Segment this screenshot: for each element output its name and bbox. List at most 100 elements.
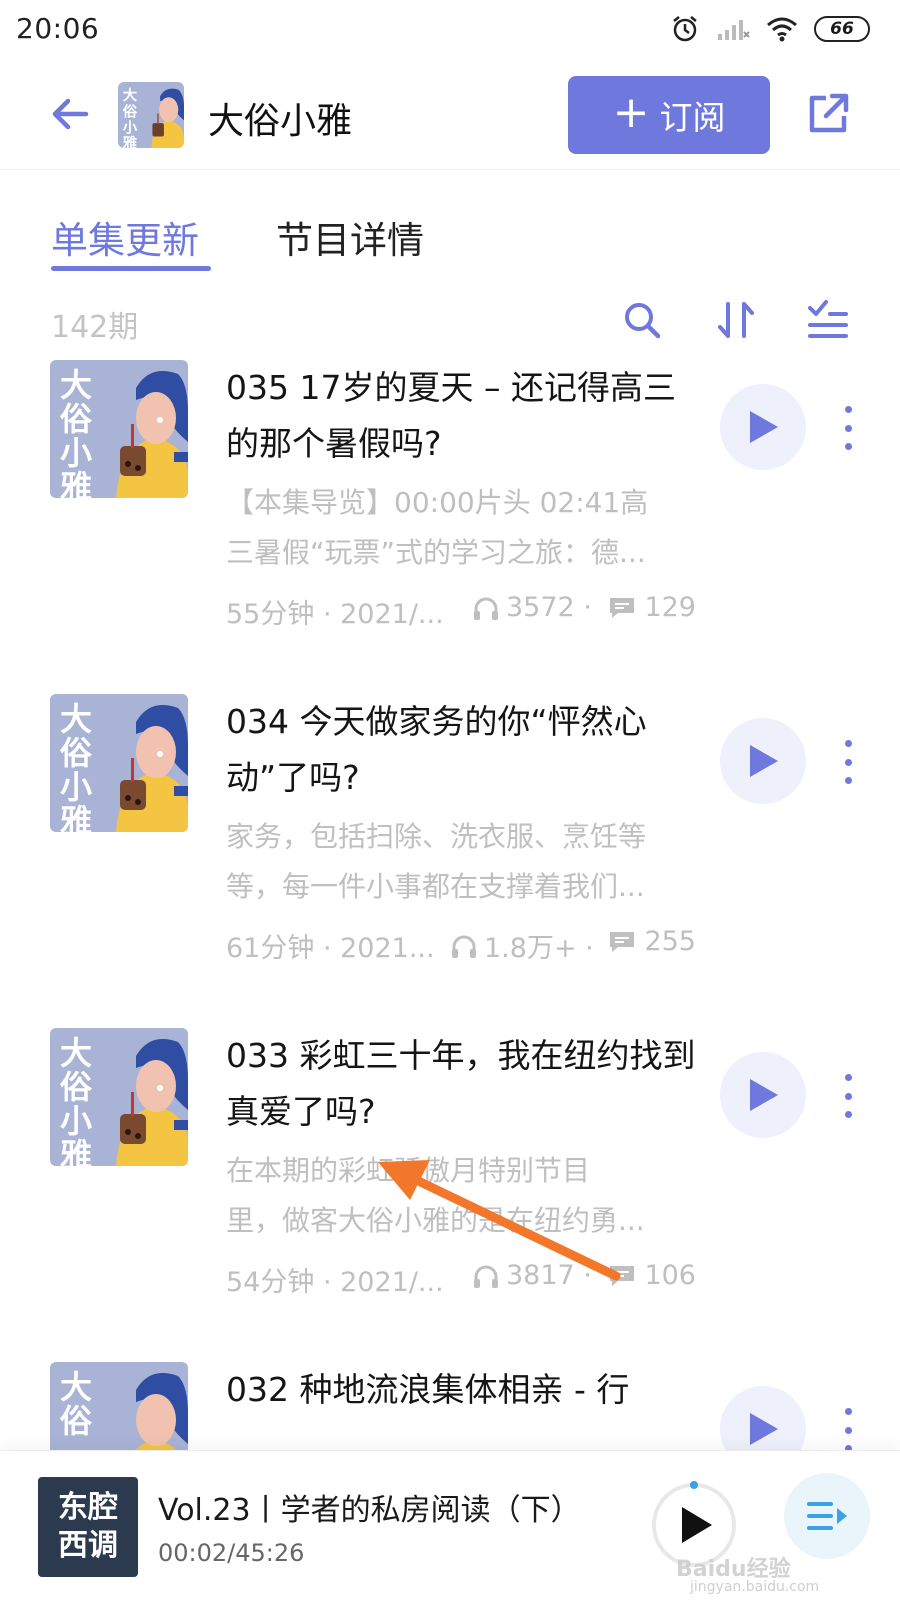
cover-char-2: 俗 <box>60 1402 93 1440</box>
episode-description: 【本集导览】00:00片头 02:41高 三暑假“玩票”式的学习之旅：德... <box>226 478 696 578</box>
episode-meta: 54分钟 · 2021/... 3817 · 106 <box>226 1256 696 1298</box>
episode-description: 在本期的彩虹骄傲月特别节目 里，做客大俗小雅的是在纽约勇... <box>226 1146 696 1246</box>
episode-title[interactable]: 033 彩虹三十年，我在纽约找到真爱了吗? <box>226 1028 696 1140</box>
cover-char-2: 俗 <box>60 734 93 772</box>
cover-char-2: 俗 <box>122 102 138 120</box>
episode-title[interactable]: 035 17岁的夏天 – 还记得高三的那个暑假吗? <box>226 360 696 472</box>
cover-char-1: 大 <box>60 366 92 404</box>
cover-art: 大 俗 小 雅 <box>118 82 184 148</box>
playlist-icon <box>807 1502 847 1530</box>
cover-char-3: 小 <box>60 768 92 806</box>
episode-cover: 大 俗 小 雅 <box>50 694 188 832</box>
page-title: 大俗小雅 <box>208 101 353 142</box>
episode-title[interactable]: 034 今天做家务的你“怦然心动”了吗? <box>226 694 696 806</box>
episode-desc-line: 三暑假“玩票”式的学习之旅：德... <box>226 536 646 569</box>
mini-player[interactable]: 东腔 西调 Vol.23丨学者的私房阅读（下） 00:02/45:26 Baid… <box>0 1450 900 1600</box>
cover-char-4: 雅 <box>123 134 137 148</box>
cover-char-4: 雅 <box>60 802 92 832</box>
play-icon <box>750 745 778 777</box>
cover-art: 大 俗 小 雅 <box>50 694 188 832</box>
episode-item[interactable]: 大 俗 小 雅 033 彩虹三十年，我在纽约找到真爱了吗? 在本期的彩虹骄傲月特… <box>0 1028 900 1358</box>
episode-plays: 3817 · <box>472 1260 592 1291</box>
cover-char-1: 大 <box>60 1368 92 1406</box>
episode-comments: 106 <box>608 1260 696 1291</box>
playback-time: 00:02/45:26 <box>158 1539 305 1567</box>
cover-line: 西调 <box>58 1528 118 1563</box>
episode-cover: 大 俗 小 雅 <box>50 1028 188 1166</box>
wifi-icon <box>767 17 797 42</box>
cover-char-1: 大 <box>60 700 92 738</box>
comment-count: 255 <box>644 926 696 957</box>
episode-cover: 大 俗 <box>50 1362 188 1450</box>
play-count: 3817 · <box>506 1260 592 1291</box>
comment-icon <box>610 597 635 618</box>
comment-icon <box>610 931 635 952</box>
tab-episodes[interactable]: 单集更新 <box>51 210 199 264</box>
episode-desc-line: 【本集导览】00:00片头 02:41高 <box>226 486 649 519</box>
cover-char-3: 小 <box>60 434 92 472</box>
cover-char-1: 大 <box>60 1034 92 1072</box>
episode-meta: 55分钟 · 2021/... 3572 · 129 <box>226 588 696 630</box>
more-options-button[interactable] <box>836 1408 860 1450</box>
back-arrow-icon[interactable] <box>46 90 94 138</box>
search-icon[interactable] <box>620 298 664 342</box>
cover-char-3: 小 <box>60 1102 92 1140</box>
episode-plays: 1.8万+ · <box>450 926 594 965</box>
episode-title[interactable]: 032 种地流浪集体相亲 - 行 <box>226 1362 696 1418</box>
plus-icon: + <box>612 87 650 138</box>
episode-item[interactable]: 大 俗 小 雅 034 今天做家务的你“怦然心动”了吗? 家务，包括扫除、洗衣服… <box>0 694 900 1024</box>
status-time: 20:06 <box>16 12 100 45</box>
comment-count: 129 <box>644 592 696 623</box>
playlist-button[interactable] <box>784 1473 870 1559</box>
episode-plays: 3572 · <box>472 592 592 623</box>
episode-toolbar: 142期 <box>0 290 900 350</box>
play-count: 3572 · <box>506 592 592 623</box>
play-button[interactable] <box>720 1052 806 1138</box>
play-button[interactable] <box>720 1386 806 1450</box>
multi-select-icon[interactable] <box>806 298 850 342</box>
headphones-icon <box>474 1265 498 1288</box>
episode-item[interactable]: 大 俗 032 种地流浪集体相亲 - 行 <box>0 1362 900 1450</box>
tab-bar: 单集更新 节目详情 <box>0 170 900 280</box>
episode-description: 家务，包括扫除、洗衣服、烹饪等 等，每一件小事都在支撑着我们... <box>226 812 696 912</box>
tab-program-details[interactable]: 节目详情 <box>276 210 424 264</box>
now-playing-title: Vol.23丨学者的私房阅读（下） <box>158 1493 581 1528</box>
subscribe-button[interactable]: + 订阅 <box>568 76 770 154</box>
episode-cover: 大 俗 小 雅 <box>50 360 188 498</box>
cover-line: 东腔 <box>58 1490 118 1525</box>
cover-art: 大 俗 <box>50 1362 188 1450</box>
play-button[interactable] <box>720 718 806 804</box>
more-options-button[interactable] <box>836 406 860 450</box>
alarm-icon <box>673 16 697 42</box>
battery-icon: 66 <box>814 16 870 42</box>
cover-art: 大 俗 小 雅 <box>50 360 188 498</box>
cover-char-4: 雅 <box>60 468 92 498</box>
signal-icon <box>718 20 750 40</box>
episode-desc-line: 等，每一件小事都在支撑着我们... <box>226 870 645 903</box>
episode-duration-date: 61分钟 · 2021... <box>226 933 435 964</box>
comment-count: 106 <box>644 1260 696 1291</box>
play-icon <box>750 411 778 443</box>
cover-char-3: 小 <box>123 120 138 137</box>
now-playing-cover: 东腔 西调 <box>38 1477 138 1577</box>
cover-art: 大 俗 小 雅 <box>50 1028 188 1166</box>
episode-desc-line: 家务，包括扫除、洗衣服、烹饪等 <box>226 820 647 853</box>
episode-duration-date: 54分钟 · 2021/... <box>226 1267 444 1298</box>
cover-char-1: 大 <box>123 86 138 104</box>
status-bar: 20:06 66 <box>0 0 900 62</box>
play-icon <box>750 1079 778 1111</box>
status-icons: 66 <box>670 14 870 44</box>
episode-comments: 129 <box>608 592 696 623</box>
podcast-cover: 大 俗 小 雅 <box>118 82 184 148</box>
play-button[interactable] <box>720 384 806 470</box>
headphones-icon <box>474 597 498 620</box>
cover-char-4: 雅 <box>60 1136 92 1166</box>
more-options-button[interactable] <box>836 740 860 784</box>
share-icon[interactable] <box>804 90 852 138</box>
episode-count: 142期 <box>51 310 139 345</box>
header: 大 俗 小 雅 大俗小雅 + 订阅 <box>0 62 900 170</box>
sort-icon[interactable] <box>714 298 758 342</box>
play-icon <box>750 1413 778 1445</box>
more-options-button[interactable] <box>836 1074 860 1118</box>
episode-item[interactable]: 大 俗 小 雅 035 17岁的夏天 – 还记得高三的那个暑假吗? 【本集导览】… <box>0 360 900 690</box>
